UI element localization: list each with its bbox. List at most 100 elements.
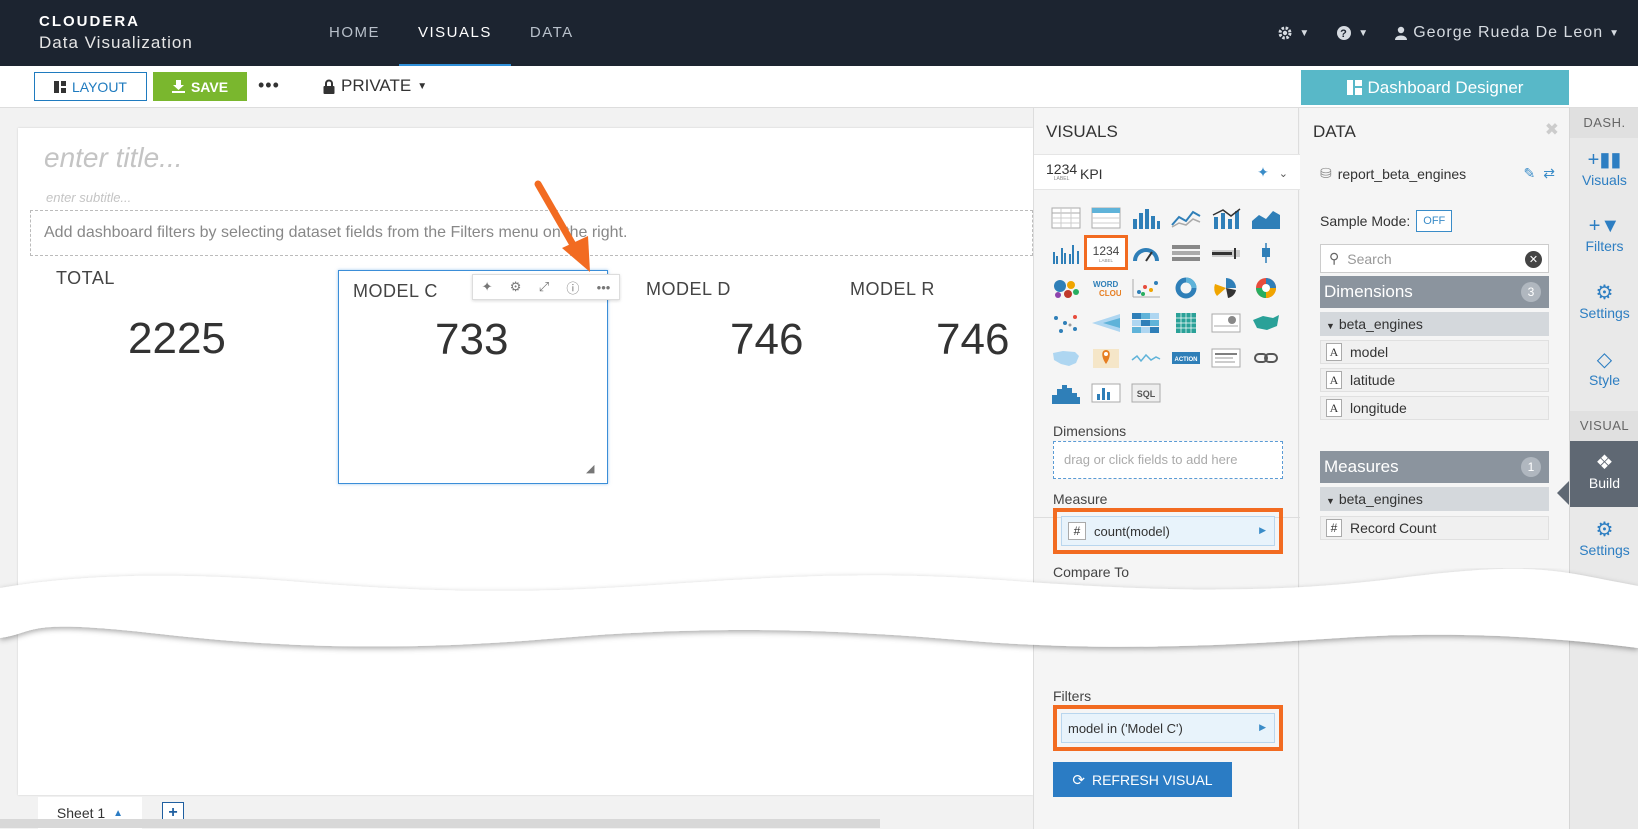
dimensions-group-header[interactable]: ▼ beta_engines xyxy=(1320,312,1549,336)
help-menu[interactable]: ? ▼ xyxy=(1336,25,1369,41)
gear-icon xyxy=(1278,26,1292,40)
kpi-visual-icon[interactable]: 1234 LABEL xyxy=(1084,235,1128,270)
crosstab-icon[interactable] xyxy=(1086,202,1126,233)
kpi-model-c[interactable]: MODEL C 733 xyxy=(353,281,508,364)
dimensions-shelf[interactable]: drag or click fields to add here xyxy=(1053,441,1283,479)
save-button[interactable]: SAVE xyxy=(153,72,247,101)
filters-shelf: model in ('Model C') ▶ xyxy=(1053,705,1283,751)
dashboard-title-input[interactable]: enter title... xyxy=(44,142,183,174)
info-icon[interactable]: ⓘ xyxy=(566,278,579,297)
measure-field[interactable]: # Record Count xyxy=(1320,516,1549,540)
refresh-visual-button[interactable]: ⟳ REFRESH VISUAL xyxy=(1053,762,1232,797)
horizontal-scrollbar[interactable] xyxy=(0,819,880,828)
clear-search-icon[interactable]: ✕ xyxy=(1525,251,1542,268)
action-icon[interactable]: ACTION xyxy=(1166,342,1206,373)
dimension-field[interactable]: A model xyxy=(1320,340,1549,364)
word-cloud-icon[interactable]: WORDCLOUD xyxy=(1086,272,1126,303)
resize-handle-icon[interactable]: ◢ xyxy=(586,462,594,475)
measures-group-header[interactable]: ▼ beta_engines xyxy=(1320,487,1549,511)
gauge-icon[interactable] xyxy=(1126,237,1166,268)
kpi-label: MODEL C xyxy=(353,281,438,301)
settings-menu[interactable]: ▼ xyxy=(1277,25,1310,41)
bars-icon[interactable] xyxy=(1126,202,1166,233)
rich-text-icon[interactable] xyxy=(1206,342,1246,373)
sunburst-icon[interactable] xyxy=(1246,272,1286,303)
boxplot-icon[interactable] xyxy=(1246,237,1286,268)
more-options-icon[interactable]: ••• xyxy=(597,280,611,295)
save-label: SAVE xyxy=(190,78,229,95)
shuffle-icon[interactable]: ⇄ xyxy=(1543,165,1555,182)
brand[interactable]: CLOUDERA Data Visualization xyxy=(39,13,193,53)
measures-count-badge: 1 xyxy=(1521,457,1541,477)
field-search-input[interactable]: ⚲ Search ✕ xyxy=(1320,244,1549,273)
gear-icon[interactable]: ⚙ xyxy=(510,279,522,295)
measures-section-header[interactable]: Measures 1 xyxy=(1320,451,1549,483)
nav-home[interactable]: HOME xyxy=(310,0,399,66)
rail-style[interactable]: ◇ Style xyxy=(1570,338,1638,404)
correlation-icon[interactable] xyxy=(1166,307,1206,338)
cubes-icon: ❖ xyxy=(1595,452,1614,474)
measure-pill[interactable]: # count(model) ▶ xyxy=(1061,516,1275,546)
dimension-field[interactable]: A latitude xyxy=(1320,368,1549,392)
layout-icon xyxy=(54,80,66,93)
histogram-icon[interactable] xyxy=(1046,377,1086,408)
grouped-bars-icon[interactable] xyxy=(1046,237,1086,268)
close-icon[interactable]: ✖ xyxy=(1545,120,1559,140)
dimension-field[interactable]: A longitude xyxy=(1320,396,1549,420)
layout-button[interactable]: LAYOUT xyxy=(34,72,147,101)
field-name: model xyxy=(1350,344,1389,360)
packed-bubbles-icon[interactable] xyxy=(1046,272,1086,303)
rail-visual-settings[interactable]: ⚙ Settings xyxy=(1570,508,1638,574)
kpi-model-d[interactable]: MODEL D 746 xyxy=(646,279,803,364)
donut-icon[interactable] xyxy=(1166,272,1206,303)
user-menu[interactable]: George Rueda De Leon ▼ xyxy=(1395,24,1620,42)
edit-icon[interactable]: ✎ xyxy=(1524,165,1536,182)
dimensions-title: Dimensions xyxy=(1324,282,1413,301)
kpi-selected-frame[interactable] xyxy=(338,270,608,484)
dataset-icon: ⛁ xyxy=(1320,165,1332,181)
funnel-icon[interactable] xyxy=(1086,307,1126,338)
list-icon[interactable] xyxy=(1166,237,1206,268)
kpi-model-r[interactable]: MODEL R 746 xyxy=(850,279,1009,364)
extension-icon[interactable] xyxy=(1086,377,1126,408)
sql-icon[interactable]: SQL xyxy=(1126,377,1166,408)
rail-build[interactable]: ❖ Build xyxy=(1570,441,1638,507)
combo-icon[interactable] xyxy=(1206,202,1246,233)
kpi-total[interactable]: TOTAL 2225 xyxy=(56,268,226,363)
nav-data[interactable]: DATA xyxy=(511,0,593,66)
lines-icon[interactable] xyxy=(1166,202,1206,233)
table-icon[interactable] xyxy=(1046,202,1086,233)
link-icon[interactable] xyxy=(1246,342,1286,373)
chevron-down-icon[interactable]: ⌄ xyxy=(1279,168,1288,180)
expand-icon[interactable]: ⤢ xyxy=(539,279,549,295)
radial-icon[interactable] xyxy=(1206,272,1246,303)
network-icon[interactable] xyxy=(1046,307,1086,338)
field-name: Record Count xyxy=(1350,520,1437,536)
sparkle-icon[interactable]: ✦ xyxy=(482,279,493,295)
rail-filters[interactable]: +▼ Filters xyxy=(1570,204,1638,270)
scatter-icon[interactable] xyxy=(1126,272,1166,303)
rail-dash-settings[interactable]: ⚙ Settings xyxy=(1570,271,1638,337)
privacy-dropdown[interactable]: PRIVATE ▼ xyxy=(323,76,427,96)
filter-pill[interactable]: model in ('Model C') ▶ xyxy=(1061,713,1275,743)
bullet-icon[interactable] xyxy=(1206,237,1246,268)
dist-icon[interactable] xyxy=(1206,307,1246,338)
measures-title: Measures xyxy=(1324,457,1399,476)
sparkline-icon[interactable] xyxy=(1126,342,1166,373)
dashboard-designer-button[interactable]: Dashboard Designer xyxy=(1301,70,1569,105)
nav-visuals[interactable]: VISUALS xyxy=(399,0,511,67)
dimensions-section-header[interactable]: Dimensions 3 xyxy=(1320,276,1549,308)
sparkle-icon[interactable]: ✦ xyxy=(1257,164,1269,180)
map-region-icon[interactable] xyxy=(1246,307,1286,338)
map-pin-icon[interactable] xyxy=(1086,342,1126,373)
map-usa-icon[interactable] xyxy=(1046,342,1086,373)
right-rail: DASH. +▮▮ Visuals +▼ Filters ⚙ Settings … xyxy=(1569,108,1638,829)
dashboard-subtitle-input[interactable]: enter subtitle... xyxy=(46,190,131,205)
visual-type-selector[interactable]: 1234 LABEL KPI ✦ ⌄ xyxy=(1034,154,1300,190)
heatmap-icon[interactable] xyxy=(1126,307,1166,338)
more-options-icon[interactable]: ••• xyxy=(258,75,280,96)
caret-down-icon: ▼ xyxy=(1326,321,1335,331)
sample-mode-toggle[interactable]: OFF xyxy=(1416,210,1453,232)
areas-icon[interactable] xyxy=(1246,202,1286,233)
rail-visuals[interactable]: +▮▮ Visuals xyxy=(1570,138,1638,204)
